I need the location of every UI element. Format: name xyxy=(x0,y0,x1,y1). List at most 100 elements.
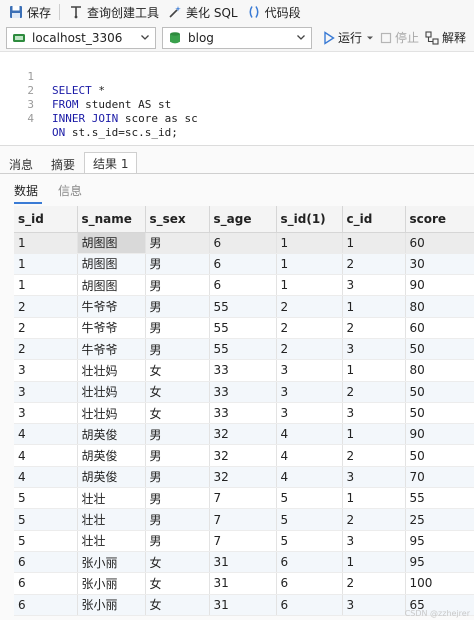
table-cell[interactable]: 33 xyxy=(209,381,277,403)
table-cell[interactable]: 6 xyxy=(14,594,78,616)
connection-select[interactable]: localhost_3306 xyxy=(6,26,156,49)
run-dropdown-icon[interactable] xyxy=(366,34,374,42)
table-cell[interactable]: 6 xyxy=(276,594,343,616)
table-cell[interactable]: 55 xyxy=(405,487,474,510)
table-cell[interactable]: 男 xyxy=(145,444,210,467)
table-cell[interactable]: 1 xyxy=(342,232,406,254)
table-cell[interactable]: 31 xyxy=(209,594,277,616)
table-cell[interactable]: 5 xyxy=(276,508,343,531)
table-cell[interactable]: 4 xyxy=(276,466,343,489)
table-cell[interactable]: 50 xyxy=(405,381,474,403)
table-cell[interactable]: 2 xyxy=(342,444,406,467)
table-row[interactable]: 2 牛爷爷男 55 2 3 50 xyxy=(14,338,474,361)
table-cell[interactable]: 5 xyxy=(14,487,78,510)
table-cell[interactable]: 胡英俊 xyxy=(77,466,146,489)
table-row[interactable]: 6 张小丽女 31 6 1 95 xyxy=(14,551,474,574)
table-cell[interactable]: 1 xyxy=(342,423,406,446)
save-button[interactable]: 保存 xyxy=(4,2,55,22)
table-cell[interactable]: 31 xyxy=(209,572,277,595)
table-cell[interactable]: 6 xyxy=(209,253,277,276)
table-cell[interactable]: 5 xyxy=(14,530,78,552)
tab-messages[interactable]: 消息 xyxy=(0,154,42,174)
code-snippet-button[interactable]: 代码段 xyxy=(242,2,305,22)
table-cell[interactable]: 男 xyxy=(145,232,210,254)
table-cell[interactable]: 女 xyxy=(145,551,210,574)
table-cell[interactable]: 男 xyxy=(145,253,210,276)
table-cell[interactable]: 5 xyxy=(276,487,343,510)
table-cell[interactable]: 胡英俊 xyxy=(77,423,146,446)
table-cell[interactable]: 30 xyxy=(405,253,474,276)
table-cell[interactable]: 7 xyxy=(209,530,277,552)
column-header-s-id-1[interactable]: s_id(1) xyxy=(276,206,343,233)
table-cell[interactable]: 7 xyxy=(209,487,277,510)
table-cell[interactable]: 3 xyxy=(276,381,343,403)
table-cell[interactable]: 55 xyxy=(209,295,277,318)
table-cell[interactable]: 3 xyxy=(14,402,78,425)
tab-summary[interactable]: 摘要 xyxy=(42,154,84,174)
table-cell[interactable]: 3 xyxy=(342,338,406,361)
run-button[interactable]: 运行 xyxy=(320,27,377,49)
table-row[interactable]: 3 壮壮妈女 33 3 1 80 xyxy=(14,359,474,382)
table-cell[interactable]: 男 xyxy=(145,423,210,446)
table-cell[interactable]: 男 xyxy=(145,295,210,318)
table-cell[interactable]: 100 xyxy=(405,572,474,595)
table-cell[interactable]: 2 xyxy=(342,317,406,339)
table-cell[interactable]: 6 xyxy=(276,572,343,595)
table-cell[interactable]: 2 xyxy=(342,508,406,531)
table-row[interactable]: 5 壮壮男 7 5 3 95 xyxy=(14,530,474,552)
table-cell[interactable]: 33 xyxy=(209,402,277,425)
table-cell[interactable]: 男 xyxy=(145,338,210,361)
table-cell[interactable]: 男 xyxy=(145,317,210,339)
table-cell[interactable]: 2 xyxy=(342,253,406,276)
table-cell[interactable]: 6 xyxy=(14,551,78,574)
table-cell[interactable]: 2 xyxy=(14,317,78,339)
table-row[interactable]: 4 胡英俊男 32 4 2 50 xyxy=(14,444,474,467)
table-cell[interactable]: 壮壮 xyxy=(77,530,146,552)
table-row[interactable]: 4 胡英俊男 32 4 3 70 xyxy=(14,466,474,489)
table-cell[interactable]: 95 xyxy=(405,551,474,574)
query-builder-button[interactable]: 查询创建工具 xyxy=(64,2,163,22)
table-cell[interactable]: 2 xyxy=(342,572,406,595)
table-cell[interactable]: 33 xyxy=(209,359,277,382)
table-cell[interactable]: 男 xyxy=(145,487,210,510)
table-cell[interactable]: 25 xyxy=(405,508,474,531)
table-cell[interactable]: 1 xyxy=(342,551,406,574)
subtab-info[interactable]: 信息 xyxy=(58,180,82,202)
database-select[interactable]: blog xyxy=(162,26,312,49)
table-cell[interactable]: 张小丽 xyxy=(77,572,146,595)
table-cell[interactable]: 女 xyxy=(145,381,210,403)
explain-button[interactable]: 解释 xyxy=(422,27,469,49)
table-cell[interactable]: 壮壮妈 xyxy=(77,381,146,403)
table-cell[interactable]: 32 xyxy=(209,466,277,489)
subtab-data[interactable]: 数据 xyxy=(14,180,38,202)
table-cell[interactable]: 80 xyxy=(405,359,474,382)
table-cell[interactable]: 1 xyxy=(276,253,343,276)
table-cell[interactable]: 4 xyxy=(14,444,78,467)
table-row[interactable]: 4 胡英俊男 32 4 1 90 xyxy=(14,423,474,446)
table-cell[interactable]: 5 xyxy=(14,508,78,531)
table-cell[interactable]: 4 xyxy=(276,423,343,446)
table-cell[interactable]: 95 xyxy=(405,530,474,552)
table-cell[interactable]: 6 xyxy=(209,232,277,254)
table-row[interactable]: 3 壮壮妈女 33 3 3 50 xyxy=(14,402,474,425)
table-cell[interactable]: 7 xyxy=(209,508,277,531)
table-cell[interactable]: 80 xyxy=(405,295,474,318)
table-cell[interactable]: 壮壮 xyxy=(77,508,146,531)
table-cell[interactable]: 55 xyxy=(209,338,277,361)
table-cell[interactable]: 2 xyxy=(14,338,78,361)
table-cell[interactable]: 4 xyxy=(14,423,78,446)
table-cell[interactable]: 胡图图 xyxy=(77,274,146,297)
table-cell[interactable]: 壮壮妈 xyxy=(77,402,146,425)
table-cell[interactable]: 2 xyxy=(276,317,343,339)
table-cell[interactable]: 50 xyxy=(405,402,474,425)
table-row[interactable]: 2 牛爷爷男 55 2 2 60 xyxy=(14,317,474,339)
table-cell[interactable]: 3 xyxy=(276,402,343,425)
sql-editor[interactable]: 1 SELECT * 2 FROM student AS st 3 INNER … xyxy=(0,53,474,145)
table-row[interactable]: 5 壮壮男 7 5 2 25 xyxy=(14,508,474,531)
table-cell[interactable]: 3 xyxy=(342,402,406,425)
table-cell[interactable]: 3 xyxy=(342,466,406,489)
table-cell[interactable]: 壮壮 xyxy=(77,487,146,510)
table-cell[interactable]: 2 xyxy=(276,338,343,361)
table-cell[interactable]: 2 xyxy=(14,295,78,318)
table-cell[interactable]: 牛爷爷 xyxy=(77,295,146,318)
